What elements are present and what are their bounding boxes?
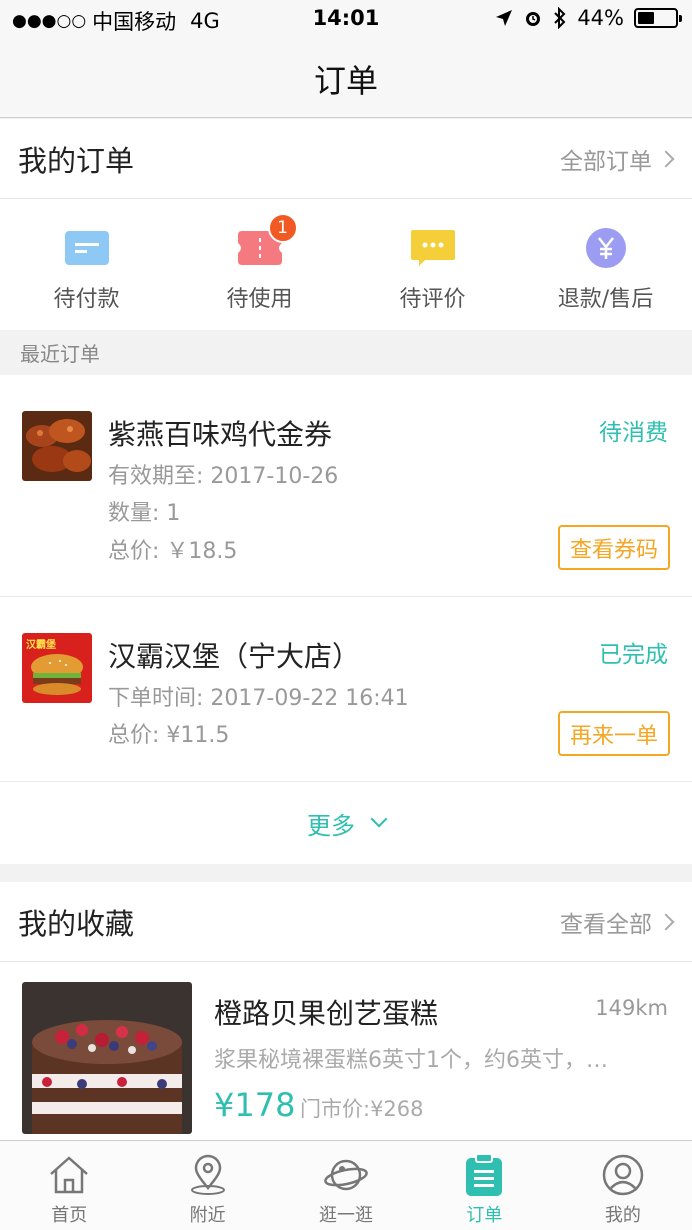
my-orders-title: 我的订单 xyxy=(18,143,135,178)
order-status-row: 待付款 1 待使用 待评价 退款/售后 xyxy=(0,199,692,330)
notification-badge: 1 xyxy=(267,213,298,243)
tab-nearby[interactable]: 附近 xyxy=(138,1141,276,1230)
view-all-label: 查看全部 xyxy=(560,911,652,938)
favorite-item[interactable]: 橙路贝果创艺蛋糕 149km 浆果秘境裸蛋糕6英寸1个，约6英寸，… ¥178 … xyxy=(0,962,692,1142)
tab-label: 我的 xyxy=(604,1205,641,1226)
bluetooth-icon xyxy=(554,7,566,29)
profile-icon xyxy=(601,1153,645,1197)
alarm-icon xyxy=(526,12,541,26)
tab-label: 附近 xyxy=(189,1205,226,1226)
order-total: 总价: ¥11.5 xyxy=(108,723,230,748)
more-label: 更多 xyxy=(307,811,355,840)
reorder-button[interactable]: 再来一单 xyxy=(557,711,670,756)
status-bar: ●●●○○ 中国移动 4G 14:01 44% xyxy=(0,0,692,40)
order-card[interactable]: 汉霸堡 汉霸汉堡（宁大店） 已完成 下单时间: 2017-09-22 16:41… xyxy=(0,597,692,782)
location-pin-icon xyxy=(186,1153,230,1197)
tab-label: 首页 xyxy=(51,1205,88,1226)
tab-home[interactable]: 首页 xyxy=(0,1141,138,1230)
recent-orders-label: 最近订单 xyxy=(0,330,692,375)
order-thumbnail: 汉霸堡 xyxy=(22,633,92,703)
status-right: 44% xyxy=(495,6,682,30)
tab-explore[interactable]: 逛一逛 xyxy=(277,1141,415,1230)
order-expiry: 有效期至: 2017-10-26 xyxy=(108,464,339,489)
pending-payment-icon xyxy=(64,229,109,267)
location-arrow-icon xyxy=(496,10,513,26)
view-voucher-code-button[interactable]: 查看券码 xyxy=(557,525,670,570)
order-status: 待消费 xyxy=(599,420,668,446)
favorites-title: 我的收藏 xyxy=(18,906,135,941)
chevron-down-icon xyxy=(370,810,388,828)
battery-percent: 44% xyxy=(577,6,624,30)
status-label: 待评价 xyxy=(399,287,466,312)
yuan-icon xyxy=(584,228,628,268)
tab-profile[interactable]: 我的 xyxy=(554,1141,692,1230)
order-status: 已完成 xyxy=(599,642,668,668)
favorite-price: ¥178 xyxy=(214,1086,296,1124)
order-total: 总价: ￥18.5 xyxy=(108,539,238,564)
status-label: 待使用 xyxy=(226,287,293,312)
status-to-review[interactable]: 待评价 xyxy=(346,199,519,330)
status-label: 待付款 xyxy=(53,287,120,312)
home-icon xyxy=(47,1153,91,1197)
planet-icon xyxy=(324,1153,368,1197)
order-name: 汉霸汉堡（宁大店） xyxy=(108,640,361,673)
tab-bar: 首页 附近 逛一逛 订单 我的 xyxy=(0,1140,692,1230)
status-refund[interactable]: 退款/售后 xyxy=(519,199,692,330)
tab-orders[interactable]: 订单 xyxy=(415,1141,553,1230)
status-pending-payment[interactable]: 待付款 xyxy=(0,199,173,330)
favorite-distance: 149km xyxy=(595,996,668,1020)
comment-icon xyxy=(410,229,455,267)
battery-fill xyxy=(638,12,654,24)
order-quantity: 数量: 1 xyxy=(108,501,181,526)
order-thumbnail xyxy=(22,411,92,481)
favorite-description: 浆果秘境裸蛋糕6英寸1个，约6英寸，… xyxy=(214,1048,608,1073)
order-time: 下单时间: 2017-09-22 16:41 xyxy=(108,686,409,711)
status-to-use[interactable]: 1 待使用 xyxy=(173,199,346,330)
tab-label: 订单 xyxy=(466,1205,503,1226)
hamburger-logo-text: 汉霸堡 xyxy=(26,640,56,651)
order-icon xyxy=(462,1153,506,1197)
my-orders-header: 我的订单 全部订单 xyxy=(0,119,692,199)
ticket-icon: 1 xyxy=(237,213,298,267)
favorite-name: 橙路贝果创艺蛋糕 xyxy=(214,997,439,1030)
all-orders-link[interactable]: 全部订单 xyxy=(560,142,675,176)
favorite-original-price: 门市价:¥268 xyxy=(300,1097,424,1121)
tab-label: 逛一逛 xyxy=(319,1205,374,1226)
battery-icon xyxy=(634,8,682,28)
favorites-header: 我的收藏 查看全部 xyxy=(0,882,692,962)
chevron-right-icon xyxy=(657,150,675,167)
more-orders-button[interactable]: 更多 xyxy=(0,782,692,864)
navigation-bar: 订单 xyxy=(0,40,692,118)
chevron-right-icon xyxy=(657,913,675,930)
order-card[interactable]: 紫燕百味鸡代金券 待消费 有效期至: 2017-10-26 数量: 1 总价: … xyxy=(0,375,692,597)
page-title: 订单 xyxy=(313,61,378,100)
favorite-thumbnail xyxy=(22,982,192,1134)
status-label: 退款/售后 xyxy=(557,287,654,312)
order-name: 紫燕百味鸡代金券 xyxy=(108,418,333,451)
all-orders-label: 全部订单 xyxy=(560,148,652,175)
view-all-favorites-link[interactable]: 查看全部 xyxy=(560,905,675,939)
